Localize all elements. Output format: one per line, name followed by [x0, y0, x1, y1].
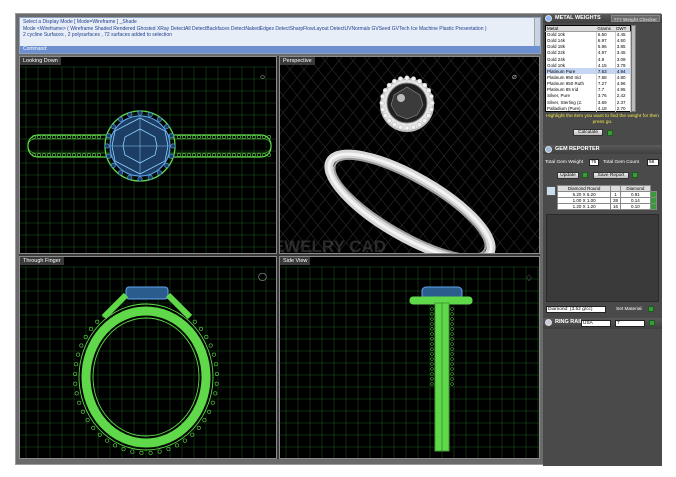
- ring-icon: [545, 319, 552, 326]
- set-material-label: Set Material: [616, 307, 642, 312]
- watermark-text: LEARN JEWELRY CAD: [280, 237, 386, 254]
- ring-size-go-icon[interactable]: [649, 320, 655, 326]
- total-gem-count-field[interactable]: 56: [647, 159, 659, 166]
- diamond-gem-icon: [546, 186, 556, 196]
- gem-row-go-icon[interactable]: [650, 203, 657, 210]
- ring-size-select[interactable]: 7: [615, 320, 645, 327]
- metal-weights-scrollbar[interactable]: [631, 25, 636, 112]
- total-gem-weight-label: Total Gem Weight: [545, 160, 584, 165]
- viewport-title[interactable]: Perspective: [280, 57, 315, 65]
- viewport-top-canvas: ⬭: [20, 66, 276, 253]
- metal-weights-header: METAL WEIGHTS ??? Weight Checker: [543, 14, 662, 23]
- command-prompt[interactable]: Command:: [20, 46, 540, 53]
- svg-text:⬭: ⬭: [260, 75, 266, 81]
- command-history-list: Select a Display Mode [ Mode=Wireframe ]…: [20, 18, 540, 48]
- gem-reporter-icon: [545, 146, 552, 153]
- update-button[interactable]: Update: [557, 172, 579, 179]
- ring-country-select[interactable]: USA: [581, 320, 611, 327]
- ring-perspective-render: [324, 75, 496, 253]
- metal-cell: 2.70: [615, 105, 632, 112]
- total-gem-weight-field[interactable]: 75: [589, 159, 599, 166]
- material-select[interactable]: Diamond: (3.52 g/cc): [546, 306, 606, 313]
- command-history-line: 2 cycline Surfaces , 2 polysurfaces , 72…: [23, 32, 172, 38]
- command-history-panel: Select a Display Mode [ Mode=Wireframe ]…: [19, 17, 541, 54]
- viewport-title[interactable]: Through Finger: [20, 257, 64, 265]
- gem-cell: 1.20 X 1.20: [556, 203, 612, 210]
- gem-row[interactable]: 1.20 X 1.20 16 0.10: [556, 203, 657, 210]
- viewport-side-canvas: ♢: [280, 266, 539, 458]
- ring-top-wireframe: [27, 110, 272, 182]
- total-gem-count-label: Total Gem Count: [603, 160, 639, 165]
- go-icon[interactable]: [607, 130, 613, 136]
- weight-checker-tab[interactable]: ??? Weight Checker: [610, 15, 660, 22]
- viewport-front-canvas: ◯: [20, 266, 276, 458]
- viewport-side[interactable]: Side View ♢: [279, 256, 540, 459]
- viewport-perspective-canvas: ⌀ LEARN JEWELRY CAD: [280, 57, 539, 254]
- metal-cell: 4.18: [596, 105, 616, 112]
- command-history-scrollbar[interactable]: [534, 18, 540, 46]
- gem-reporter-header: GEM REPORTER: [543, 145, 662, 154]
- viewport-top[interactable]: Looking Down ⬭: [19, 56, 277, 254]
- svg-text:♢: ♢: [525, 273, 533, 283]
- svg-text:⌀: ⌀: [512, 72, 517, 81]
- metal-weights-icon: [545, 15, 552, 22]
- svg-text:◯: ◯: [258, 272, 267, 281]
- save-go-icon[interactable]: [632, 172, 638, 178]
- set-material-go-icon[interactable]: [648, 306, 654, 312]
- viewport-title[interactable]: Side View: [280, 257, 311, 265]
- update-go-icon[interactable]: [582, 172, 588, 178]
- metal-weights-table: Metal Grams DWT Gold 10k 6.50 4.45 Gold 14k…: [545, 25, 632, 112]
- viewport-title[interactable]: Looking Down: [20, 57, 61, 65]
- gem-cell: 0.10: [619, 203, 652, 210]
- calculate-button[interactable]: Calculate: [573, 129, 603, 136]
- gem-report-empty-area: [546, 214, 659, 302]
- ring-side-wireframe: [409, 286, 473, 452]
- metal-row[interactable]: Palladium (Pure) 4.18 2.70: [545, 105, 632, 112]
- gem-cell: 16: [610, 203, 621, 210]
- viewport-perspective[interactable]: Perspective ⌀ LEARN JEWELRY CAD: [279, 56, 540, 254]
- gem-report-table: Diamond Round Diamond 6.20 X 6.20 1 0.91 1.…: [556, 185, 657, 210]
- metal-weights-hint: Highlight the item you want to find the …: [546, 114, 659, 125]
- viewport-front[interactable]: Through Finger ◯: [19, 256, 277, 459]
- jewelry-cad-window: Select a Display Mode [ Mode=Wireframe ]…: [15, 13, 662, 466]
- plugin-panel: METAL WEIGHTS ??? Weight Checker Metal G…: [543, 14, 662, 466]
- save-report-button[interactable]: Save Report: [593, 172, 629, 179]
- metal-cell: Palladium (Pure): [545, 105, 597, 112]
